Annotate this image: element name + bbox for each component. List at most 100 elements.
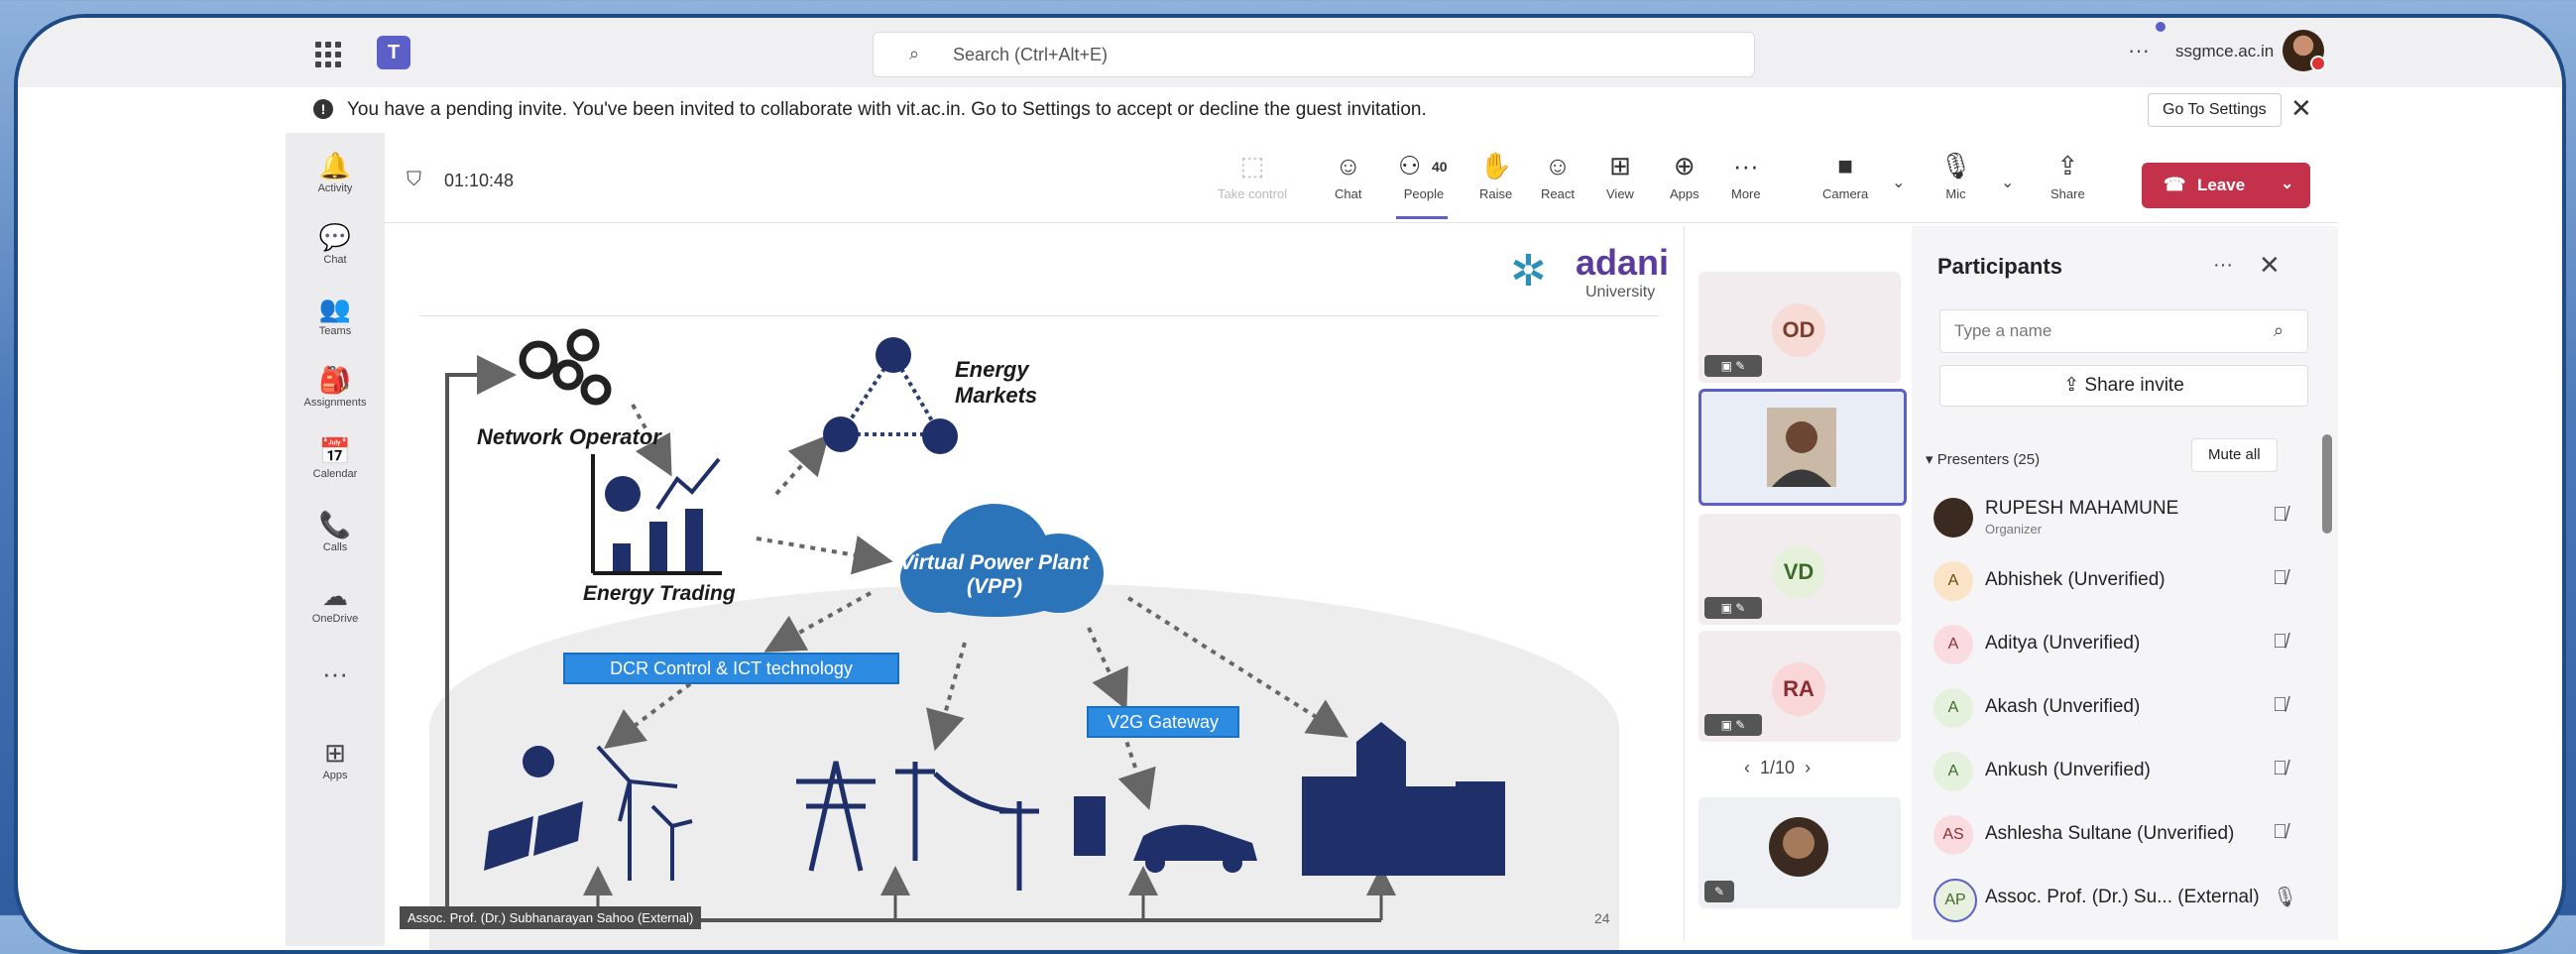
mic-button[interactable]: 🎙 Mic bbox=[1939, 149, 1972, 201]
participant-row[interactable]: AS Ashlesha Sultane (Unverified) 🎙̸ bbox=[1926, 803, 2312, 859]
title-bar: T ⌕ Search (Ctrl+Alt+E) ··· ssgmce.ac.in bbox=[18, 18, 2562, 87]
share-invite-button[interactable]: ⇪ Share invite bbox=[1939, 365, 2308, 407]
go-to-settings-button[interactable]: Go To Settings bbox=[2148, 93, 2282, 127]
calendar-icon: 📅 bbox=[318, 436, 352, 466]
more-button[interactable]: ··· More bbox=[1731, 149, 1761, 201]
participant-initials: VD bbox=[1772, 545, 1825, 599]
dcr-control-tag: DCR Control & ICT technology bbox=[563, 653, 899, 684]
rail-item-assignments[interactable]: 🎒 Assignments bbox=[286, 365, 385, 409]
participants-close-icon[interactable]: ✕ bbox=[2259, 250, 2281, 281]
close-banner-icon[interactable]: ✕ bbox=[2290, 93, 2312, 124]
rail-item-calls[interactable]: 📞 Calls bbox=[286, 510, 385, 553]
rail-item-chat[interactable]: 💬 Chat bbox=[286, 222, 385, 266]
leave-button[interactable]: ☎ Leave ⌄ bbox=[2142, 163, 2310, 208]
search-icon: ⌕ bbox=[909, 44, 920, 63]
react-button[interactable]: ☺ React bbox=[1541, 149, 1575, 201]
avatar: AP bbox=[1933, 879, 1977, 922]
view-grid-icon: ⊞ bbox=[1609, 151, 1631, 180]
mic-off-icon: 🎙̸ bbox=[2273, 567, 2287, 589]
camera-off-icon: ■ bbox=[1837, 151, 1853, 180]
more-icon: ··· bbox=[322, 658, 348, 688]
apps-button[interactable]: ⊕ Apps bbox=[1670, 149, 1699, 201]
app-launcher-icon[interactable] bbox=[315, 42, 341, 67]
people-active-underline bbox=[1396, 216, 1448, 219]
participant-row[interactable]: A Ankush (Unverified) 🎙̸ bbox=[1926, 740, 2312, 795]
mic-off-icon: 🎙̸ bbox=[2273, 821, 2287, 843]
raise-hand-button[interactable]: ✋ Raise bbox=[1479, 149, 1512, 201]
more-icon: ··· bbox=[1732, 151, 1759, 180]
teams-icon: 👥 bbox=[318, 294, 352, 323]
camera-chevron-down-icon[interactable]: ⌄ bbox=[1892, 173, 1905, 192]
participant-row[interactable]: AP Assoc. Prof. (Dr.) Su... (External) 🎙 bbox=[1926, 867, 2312, 922]
video-tile[interactable]: OD ▣ ✎ bbox=[1698, 272, 1901, 383]
rail-item-apps[interactable]: ⊞ Apps bbox=[286, 738, 385, 781]
tile-status-icon: ▣ ✎ bbox=[1704, 714, 1762, 736]
participant-video-person bbox=[1767, 408, 1836, 487]
chevron-right-icon[interactable]: › bbox=[1805, 758, 1811, 777]
chat-icon: 💬 bbox=[318, 222, 352, 252]
participants-title: Participants bbox=[1937, 254, 2062, 279]
avatar: A bbox=[1933, 561, 1973, 601]
participant-row[interactable]: A Abhishek (Unverified) 🎙̸ bbox=[1926, 549, 2312, 605]
mic-off-icon: 🎙̸ bbox=[2273, 504, 2287, 526]
bell-icon: 🔔 bbox=[318, 151, 352, 180]
vpp-label: Virtual Power Plant (VPP) bbox=[899, 551, 1090, 598]
participant-row[interactable]: A Aditya (Unverified) 🎙̸ bbox=[1926, 613, 2312, 668]
share-icon: ⇪ bbox=[2063, 375, 2085, 396]
people-count: 40 bbox=[1432, 159, 1448, 175]
more-options-icon[interactable]: ··· bbox=[2128, 38, 2150, 63]
view-button[interactable]: ⊞ View bbox=[1606, 149, 1634, 201]
share-screen-icon: ⇪ bbox=[2056, 151, 2079, 180]
video-tile[interactable]: RA ▣ ✎ bbox=[1698, 631, 1901, 742]
search-icon: ⌕ bbox=[2274, 320, 2284, 340]
chat-button[interactable]: ☺ Chat bbox=[1335, 149, 1361, 201]
tiles-pager[interactable]: ‹ 1/10 › bbox=[1744, 758, 1811, 778]
energy-trading-label: Energy Trading bbox=[583, 582, 736, 605]
rail-item-more[interactable]: ··· bbox=[286, 658, 385, 688]
video-tile[interactable]: ✎ bbox=[1698, 797, 1901, 908]
video-tiles-column: OD ▣ ✎ VD ▣ ✎ RA ▣ ✎ ‹ 1/10 › ✎ bbox=[1684, 226, 1913, 940]
participant-photo bbox=[1769, 817, 1828, 877]
energy-markets-label: Energy Markets bbox=[955, 357, 1038, 408]
slide-page-number: 24 bbox=[1594, 910, 1610, 926]
camera-button[interactable]: ■ Camera bbox=[1822, 149, 1868, 201]
app-rail: 🔔 Activity 💬 Chat 👥 Teams 🎒 Assignments … bbox=[286, 133, 385, 946]
participants-scrollbar[interactable] bbox=[2322, 434, 2332, 534]
invite-banner: ! You have a pending invite. You've been… bbox=[295, 87, 2338, 133]
chevron-left-icon[interactable]: ‹ bbox=[1744, 758, 1750, 777]
chat-icon: ☺ bbox=[1335, 151, 1361, 180]
cloud-icon: ☁ bbox=[322, 581, 348, 611]
tile-status-icon: ▣ ✎ bbox=[1704, 597, 1762, 619]
hand-icon: ✋ bbox=[1479, 151, 1512, 180]
org-name[interactable]: ssgmce.ac.in bbox=[2175, 42, 2274, 61]
people-button[interactable]: ⚇ 40 People bbox=[1398, 149, 1450, 201]
vpp-cloud: Virtual Power Plant (VPP) bbox=[880, 494, 1109, 623]
meeting-toolbar: ⛉ 01:10:48 ⬚ Take control ☺ Chat ⚇ 40 Pe… bbox=[385, 133, 2338, 223]
participant-row[interactable]: RUPESH MAHAMUNE Organizer 🎙̸ bbox=[1926, 486, 2312, 541]
mic-off-icon: 🎙̸ bbox=[2273, 631, 2287, 653]
shield-icon: ⛉ bbox=[407, 169, 421, 190]
mic-chevron-down-icon[interactable]: ⌄ bbox=[2001, 173, 2014, 192]
search-placeholder: Search (Ctrl+Alt+E) bbox=[953, 45, 1109, 64]
participants-more-icon[interactable]: ··· bbox=[2213, 254, 2233, 277]
video-tile[interactable]: VD ▣ ✎ bbox=[1698, 514, 1901, 625]
avatar: A bbox=[1933, 688, 1973, 728]
mute-all-button[interactable]: Mute all bbox=[2191, 438, 2278, 472]
take-control-button[interactable]: ⬚ Take control bbox=[1218, 149, 1287, 201]
banner-text: You have a pending invite. You've been i… bbox=[347, 99, 1427, 120]
rail-item-onedrive[interactable]: ☁ OneDrive bbox=[286, 581, 385, 625]
rail-item-activity[interactable]: 🔔 Activity bbox=[286, 151, 385, 194]
meeting-timer: 01:10:48 bbox=[444, 171, 515, 190]
rail-item-teams[interactable]: 👥 Teams bbox=[286, 294, 385, 337]
participant-row[interactable]: A Akash (Unverified) 🎙̸ bbox=[1926, 676, 2312, 732]
participant-initials: RA bbox=[1772, 662, 1825, 716]
participants-panel: Participants ··· ✕ Type a name ⌕ ⇪ Share… bbox=[1912, 226, 2338, 940]
video-tile-active[interactable] bbox=[1698, 389, 1907, 506]
shared-slide[interactable]: ✲ adani University Network Operator Ener… bbox=[390, 226, 1684, 950]
search-input[interactable]: ⌕ Search (Ctrl+Alt+E) bbox=[873, 32, 1755, 77]
rail-item-calendar[interactable]: 📅 Calendar bbox=[286, 436, 385, 480]
user-avatar[interactable] bbox=[2283, 30, 2326, 71]
participant-search-input[interactable]: Type a name ⌕ bbox=[1939, 309, 2308, 353]
share-button[interactable]: ⇪ Share bbox=[2050, 149, 2085, 201]
presenters-section-header[interactable]: ▾ Presenters (25) bbox=[1926, 450, 2040, 468]
